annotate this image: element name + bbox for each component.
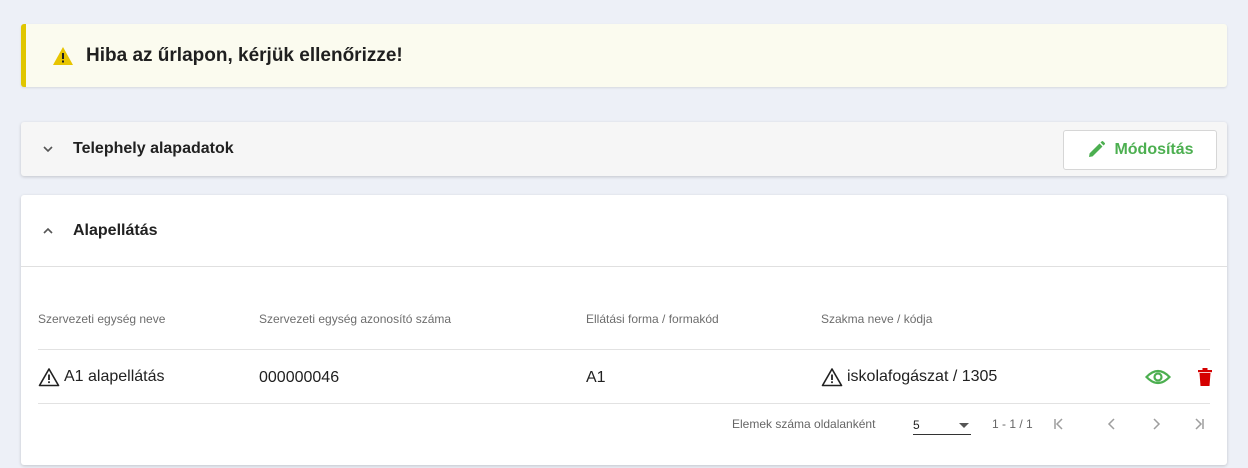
column-header-unit-id: Szervezeti egység azonosító száma <box>259 312 452 326</box>
table-header-divider <box>38 349 1210 350</box>
cell-profession: iskolafogászat / 1305 <box>821 367 997 387</box>
form-error-alert: Hiba az űrlapon, kérjük ellenőrizze! <box>21 24 1227 87</box>
items-per-page-label: Elemek száma oldalanként <box>732 417 876 431</box>
pagination-range: 1 - 1 / 1 <box>992 417 1033 431</box>
cell-unit-name: A1 alapellátás <box>38 367 165 387</box>
telephely-panel: Telephely alapadatok Módosítás <box>21 122 1227 176</box>
edit-button-label: Módosítás <box>1114 141 1194 158</box>
cell-unit-id: 000000046 <box>259 369 340 386</box>
table-row-divider <box>38 403 1210 404</box>
warning-triangle-icon <box>52 46 74 66</box>
previous-page-icon[interactable] <box>1102 413 1122 435</box>
cell-care-form: A1 <box>586 369 606 386</box>
column-header-care-form: Ellátási forma / formakód <box>586 312 719 326</box>
edit-button[interactable]: Módosítás <box>1063 130 1217 170</box>
column-header-unit-name: Szervezeti egység neve <box>38 312 166 326</box>
next-page-icon[interactable] <box>1146 413 1166 435</box>
view-eye-icon[interactable] <box>1145 365 1171 389</box>
alapellatas-panel: Alapellátás Szervezeti egység neve Szerv… <box>21 195 1227 465</box>
profession-text: iskolafogászat / 1305 <box>847 368 998 385</box>
telephely-panel-title: Telephely alapadatok <box>73 140 234 157</box>
caret-down-icon <box>959 423 969 428</box>
warning-outline-icon <box>38 367 60 387</box>
telephely-panel-header[interactable]: Telephely alapadatok <box>21 122 1227 176</box>
chevron-down-icon <box>41 142 55 156</box>
items-per-page-select[interactable]: 5 <box>913 415 971 435</box>
unit-name-text: A1 alapellátás <box>64 368 165 385</box>
alapellatas-panel-title: Alapellátás <box>73 221 158 239</box>
alert-message: Hiba az űrlapon, kérjük ellenőrizze! <box>86 44 403 66</box>
warning-outline-icon <box>821 367 843 387</box>
pencil-icon <box>1086 140 1106 160</box>
chevron-up-icon <box>41 224 55 238</box>
column-header-profession: Szakma neve / kódja <box>821 312 933 326</box>
first-page-icon[interactable] <box>1049 413 1069 435</box>
items-per-page-value: 5 <box>913 417 920 432</box>
alapellatas-panel-header[interactable]: Alapellátás <box>21 195 1227 267</box>
last-page-icon[interactable] <box>1189 413 1209 435</box>
delete-trash-icon[interactable] <box>1192 365 1218 389</box>
